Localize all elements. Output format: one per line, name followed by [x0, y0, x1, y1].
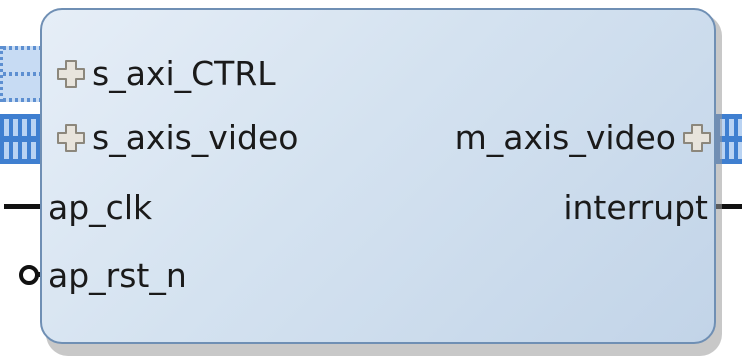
s-axis-video-bus-connector[interactable]	[0, 114, 40, 164]
port-label: ap_clk	[48, 188, 153, 227]
port-label: m_axis_video	[454, 118, 676, 157]
port-s-axi-ctrl[interactable]: s_axi_CTRL	[56, 54, 276, 94]
port-m-axis-video[interactable]: m_axis_video	[455, 118, 712, 158]
plus-icon[interactable]	[56, 123, 86, 153]
port-label: ap_rst_n	[48, 256, 187, 295]
ip-block-diagram: s_axi_CTRL s_axis_video m_axis_video ap_…	[0, 0, 742, 356]
plus-icon[interactable]	[682, 123, 712, 153]
port-ap-clk[interactable]: ap_clk	[48, 188, 152, 228]
inverter-bubble-icon	[19, 265, 39, 285]
port-s-axis-video[interactable]: s_axis_video	[56, 118, 298, 158]
port-label: s_axis_video	[92, 118, 299, 157]
port-ap-rst-n[interactable]: ap_rst_n	[48, 256, 187, 296]
s-axi-ctrl-bus-connector[interactable]	[0, 46, 40, 102]
port-label: s_axi_CTRL	[92, 54, 276, 93]
plus-icon[interactable]	[56, 59, 86, 89]
ap-clk-pin-wire[interactable]	[4, 204, 42, 209]
port-interrupt[interactable]: interrupt	[563, 188, 708, 228]
port-label: interrupt	[563, 188, 708, 227]
